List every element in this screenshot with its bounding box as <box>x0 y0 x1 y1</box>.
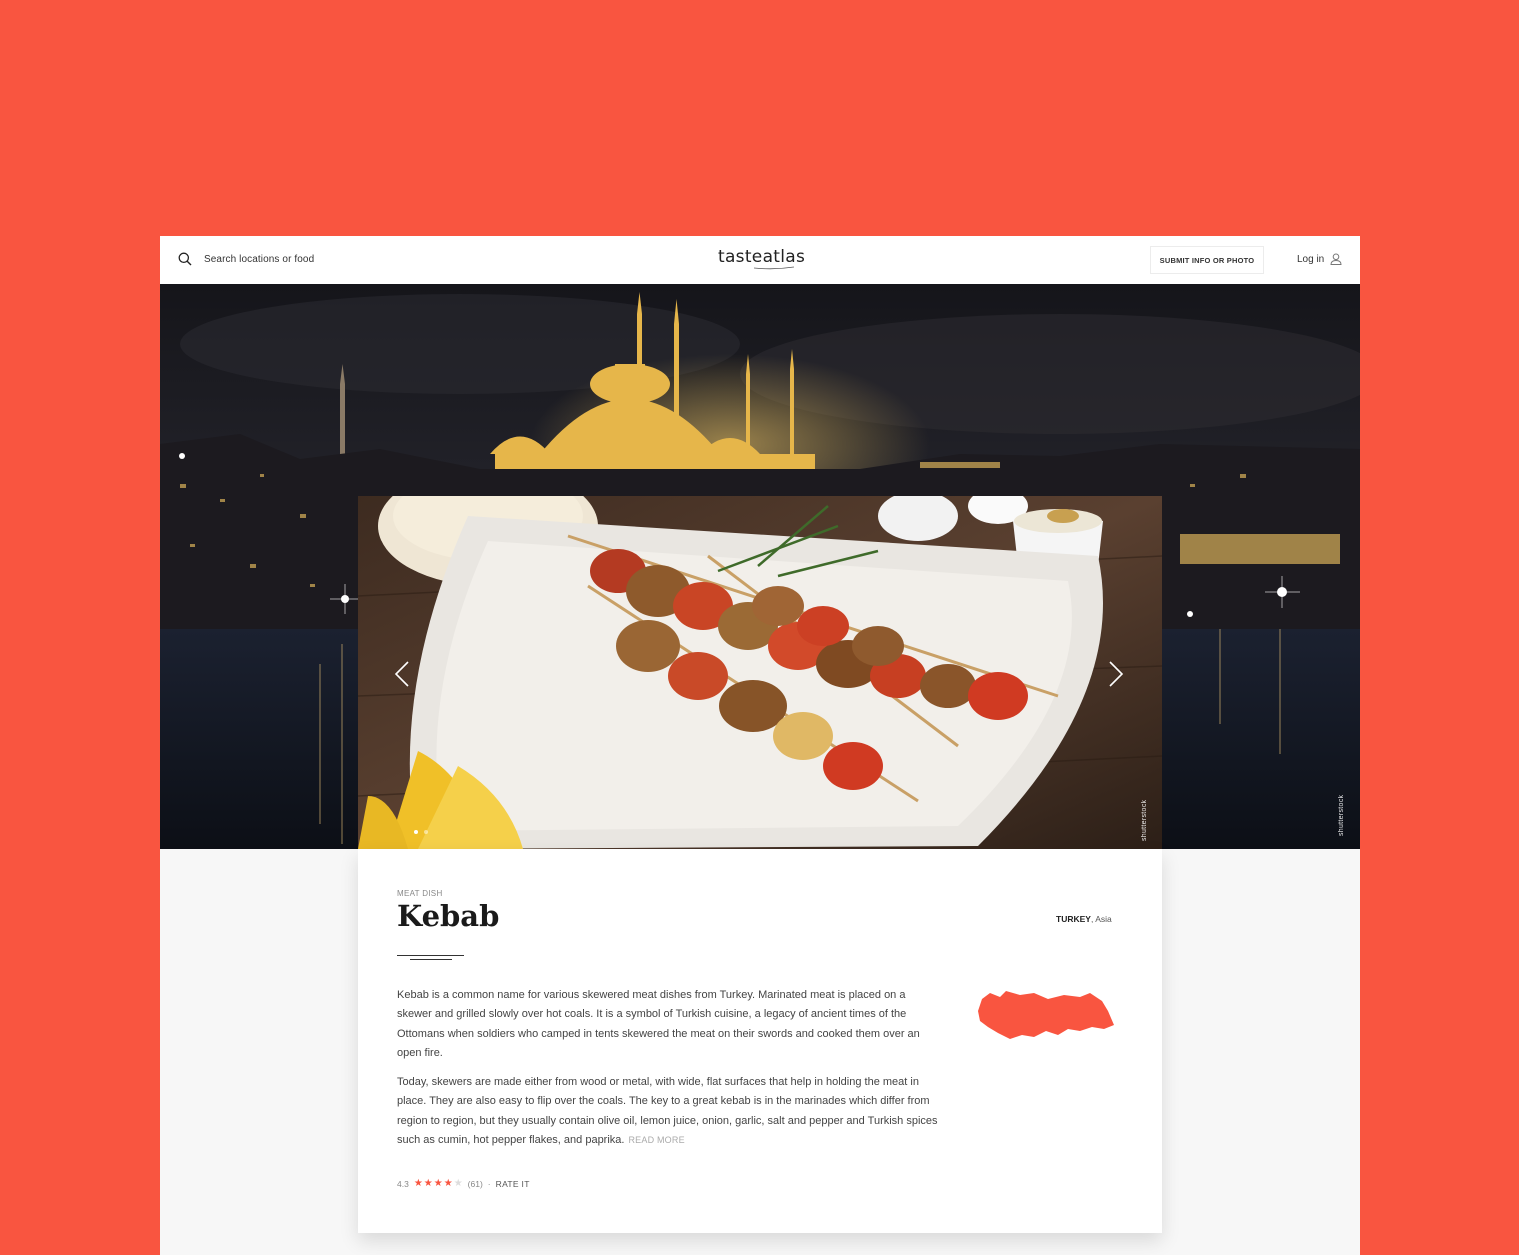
submit-info-button[interactable]: SUBMIT INFO OR PHOTO <box>1150 246 1264 274</box>
title-underline-short <box>410 959 452 960</box>
rating-row: 4.3 ★ ★ ★ ★ ★ (61) · RATE IT <box>397 1179 530 1190</box>
rating-stars[interactable]: ★ ★ ★ ★ ★ <box>414 1179 463 1189</box>
dish-origin[interactable]: TURKEY, Asia <box>1056 914 1112 924</box>
rate-it-button[interactable]: RATE IT <box>496 1179 530 1189</box>
background-credit: shutterstock <box>1338 794 1345 836</box>
star-icon[interactable]: ★ <box>424 1179 433 1189</box>
logo-underline <box>754 266 794 270</box>
search-icon <box>178 252 192 266</box>
slider-next-arrow[interactable] <box>1102 659 1128 689</box>
slider-prev-arrow[interactable] <box>390 659 416 689</box>
description-paragraph: Kebab is a common name for various skewe… <box>397 989 920 1059</box>
origin-country: TURKEY <box>1056 914 1091 924</box>
photo-credit: shutterstock <box>1141 799 1148 841</box>
description-paragraph: Today, skewers are made either from wood… <box>397 1076 938 1147</box>
turkey-map[interactable] <box>976 985 1116 1045</box>
site-logo[interactable]: tasteatlas <box>718 247 805 267</box>
dish-description: Kebab is a common name for various skewe… <box>397 986 939 1150</box>
hero-banner: shutterstock shutterstock <box>160 284 1360 849</box>
slider-dot[interactable] <box>424 830 428 834</box>
rating-separator: · <box>487 1179 491 1189</box>
title-underline <box>397 955 464 956</box>
star-icon[interactable]: ★ <box>414 1179 423 1189</box>
browser-page: Search locations or food tasteatlas SUBM… <box>160 236 1360 1255</box>
star-icon[interactable]: ★ <box>454 1179 463 1189</box>
login-link[interactable]: Log in <box>1297 253 1342 265</box>
rating-count: (61) <box>467 1179 483 1189</box>
slider-dots <box>414 830 428 834</box>
dish-info-card: MEAT DISH Kebab TURKEY, Asia Kebab is a … <box>358 849 1162 1233</box>
kebab-photo <box>358 496 1162 849</box>
star-icon[interactable]: ★ <box>444 1179 453 1189</box>
origin-region: , Asia <box>1090 914 1112 924</box>
search-box[interactable]: Search locations or food <box>178 252 314 266</box>
dish-photo-slider[interactable]: shutterstock <box>358 496 1162 849</box>
slider-dot[interactable] <box>414 830 418 834</box>
search-input[interactable]: Search locations or food <box>204 254 314 265</box>
user-icon <box>1330 253 1342 265</box>
login-label: Log in <box>1297 253 1325 265</box>
dish-title: Kebab <box>397 899 500 933</box>
dish-category: MEAT DISH <box>397 889 443 898</box>
star-icon[interactable]: ★ <box>434 1179 443 1189</box>
read-more-link[interactable]: READ MORE <box>628 1135 684 1145</box>
top-navigation-bar: Search locations or food tasteatlas SUBM… <box>160 236 1360 284</box>
rating-score: 4.3 <box>397 1179 409 1189</box>
